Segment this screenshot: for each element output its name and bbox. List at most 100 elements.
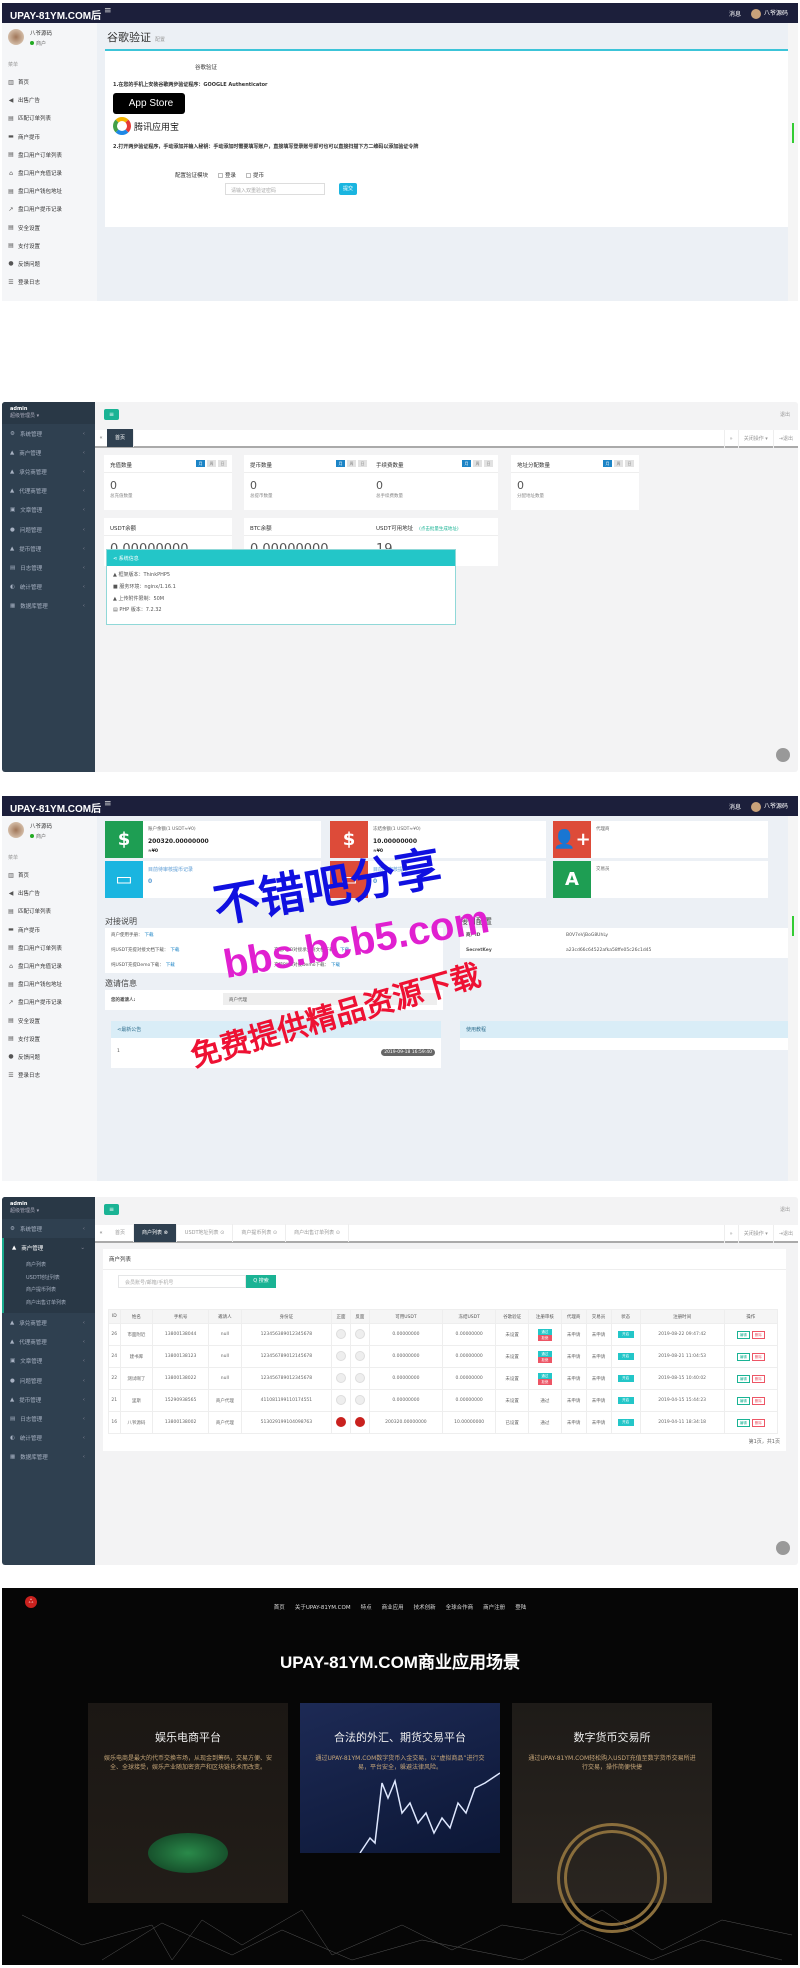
nav-link[interactable]: 关于UPAY-81YM.COM [295,1605,351,1611]
sidebar-item[interactable]: ▤ 匹配订单列表 [8,109,97,127]
admin-menu-item[interactable]: ◐ 统计管理 ‹ [2,578,95,597]
box-link[interactable]: 目前待审核提币 [373,866,408,873]
admin-menu-item[interactable]: ● 问题管理 ‹ [2,1371,95,1390]
id-photo-thumbnail[interactable] [354,1416,365,1427]
nav-link[interactable]: 商业应用 [382,1605,404,1611]
admin-user[interactable]: admin 超级管理员 ▾ [2,1197,95,1219]
tabs-forward-icon[interactable]: » [723,1225,738,1243]
id-photo-thumbnail[interactable] [336,1350,347,1361]
period-pill[interactable]: 周 [347,460,356,467]
sidebar-item[interactable]: ▥ 首页 [8,73,97,91]
submenu-item[interactable]: USDT地址列表 [26,1272,95,1285]
sidebar-item[interactable]: ☰ 登录日志 [8,1066,97,1084]
admin-menu-item[interactable]: ▲ 商户管理 ⌄ [2,1238,95,1258]
option-login-checkbox[interactable]: 登录 [218,171,236,179]
option-withdraw-checkbox[interactable]: 提币 [246,171,264,179]
sidebar-item[interactable]: ◀ 出售广告 [8,91,97,109]
sidebar-item[interactable]: ▬ 商户提币 [8,128,97,146]
admin-menu-item[interactable]: ● 问题管理 ‹ [2,520,95,539]
nav-link[interactable]: 商户注册 [483,1605,505,1611]
nav-link[interactable]: 特点 [361,1605,372,1611]
messages-link[interactable]: 消息 [729,9,741,18]
page-tab[interactable]: 商户列表 ⊗ [134,1224,177,1242]
admin-menu-item[interactable]: ▤ 日志管理 ‹ [2,1409,95,1428]
period-pill[interactable]: 周 [614,460,623,467]
menu-toggle-icon[interactable]: ≡ [104,799,112,809]
tabs-back-icon[interactable]: « [95,1230,107,1236]
delete-button[interactable]: 删除 [751,1352,765,1361]
period-pill[interactable]: 日 [625,460,634,467]
messages-link[interactable]: 消息 [729,802,741,811]
submenu-item[interactable]: 商户列表 [26,1259,95,1272]
scenario-card-exchange[interactable]: 数字货币交易所 通过UPAY-81YM.COM轻松购入USDT充值至数字货币交易所… [512,1703,712,1933]
sidebar-item[interactable]: ▥ 首页 [8,866,97,884]
reject-button[interactable]: 拒绝 [537,1378,552,1385]
download-link[interactable]: 下载 [166,963,175,968]
sidebar-item[interactable]: ▤ 盘口用户钱包地址 [8,182,97,200]
admin-menu-item[interactable]: ⚙ 系统管理 ‹ [2,424,95,443]
delete-button[interactable]: 删除 [751,1396,765,1405]
edit-button[interactable]: 编辑 [736,1418,750,1427]
page-tab[interactable]: USDT地址列表 ⊙ [177,1224,234,1242]
id-photo-thumbnail[interactable] [354,1328,365,1339]
close-ops-dropdown[interactable]: 关闭操作 ▾ [737,1225,773,1243]
close-ops-dropdown[interactable]: 关闭操作 ▾ [737,430,773,448]
period-pill[interactable]: 月 [196,460,205,467]
sidebar-item[interactable]: ◀ 出售广告 [8,884,97,902]
edit-button[interactable]: 编辑 [736,1330,750,1339]
delete-button[interactable]: 删除 [751,1418,765,1427]
download-link[interactable]: 下载 [331,963,340,968]
edit-button[interactable]: 编辑 [736,1374,750,1383]
admin-menu-item[interactable]: ▲ 代理商管理 ‹ [2,1333,95,1352]
admin-menu-item[interactable]: ▲ 代理商管理 ‹ [2,482,95,501]
info-box[interactable]: ▭ 目前待审核提币记录 0 [105,861,321,898]
exit-link[interactable]: ⇥退出 [772,430,798,448]
status-badge[interactable]: 开启 [617,1419,634,1426]
tencent-appstore-badge[interactable]: 腾讯应用宝 [113,117,179,135]
status-badge[interactable]: 开启 [617,1353,634,1360]
delete-button[interactable]: 删除 [751,1374,765,1383]
logout-link[interactable]: 退出 [780,411,790,418]
page-tab[interactable]: 商户提币列表 ⊙ [233,1224,287,1242]
info-box[interactable]: A 交易员 [553,861,768,898]
download-link[interactable]: 下载 [340,948,349,953]
info-box[interactable]: 👤+ 代理商 [553,821,768,858]
sidebar-item[interactable]: ▤ 盘口用户订单列表 [8,146,97,164]
id-photo-thumbnail[interactable] [336,1372,347,1383]
sidebar-item[interactable]: ▤ 安全设置 [8,219,97,237]
edit-button[interactable]: 编辑 [736,1396,750,1405]
sidebar-item[interactable]: ▤ 匹配订单列表 [8,902,97,920]
menu-toggle-icon[interactable]: ≡ [104,6,112,16]
submenu-item[interactable]: 商户出售订单列表 [26,1297,95,1310]
delete-button[interactable]: 删除 [751,1330,765,1339]
period-pill[interactable]: 日 [484,460,493,467]
status-badge[interactable]: 开启 [617,1397,634,1404]
submit-button[interactable]: 提交 [339,183,357,195]
chat-fab-button[interactable] [776,1541,790,1555]
nav-link[interactable]: 首页 [274,1605,285,1611]
status-badge[interactable]: 开启 [617,1375,634,1382]
admin-menu-item[interactable]: ▣ 文章管理 ‹ [2,501,95,520]
exit-link[interactable]: ⇥退出 [772,1225,798,1243]
page-tab[interactable]: 首页 [107,1224,135,1242]
admin-menu-item[interactable]: ▲ 商户管理 ‹ [2,443,95,462]
scrollbar[interactable] [788,23,798,301]
chat-fab-button[interactable] [776,748,790,762]
tabs-forward-icon[interactable]: » [723,430,738,448]
info-box[interactable]: ▭ 目前待审核提币 0 [330,861,546,898]
admin-menu-item[interactable]: ⚙ 系统管理 ‹ [2,1219,95,1238]
id-photo-thumbnail[interactable] [336,1416,347,1427]
sidebar-item[interactable]: ↗ 盘口用户提币记录 [8,993,97,1011]
sidebar-item[interactable]: ▤ 支付设置 [8,1030,97,1048]
user-menu[interactable]: 八爷源码 [750,801,788,812]
scrollbar[interactable] [788,816,798,1181]
nav-link[interactable]: 技术创新 [414,1605,436,1611]
period-pill[interactable]: 月 [336,460,345,467]
menu-toggle-button[interactable]: ≡ [104,1204,119,1215]
search-button[interactable]: Q 搜索 [246,1275,276,1288]
id-photo-thumbnail[interactable] [354,1350,365,1361]
reject-button[interactable]: 拒绝 [537,1356,552,1363]
sidebar-item[interactable]: ↗ 盘口用户提币记录 [8,200,97,218]
sidebar-item[interactable]: ⌂ 盘口用户充值记录 [8,957,97,975]
nav-link[interactable]: 全球合作商 [446,1605,474,1611]
